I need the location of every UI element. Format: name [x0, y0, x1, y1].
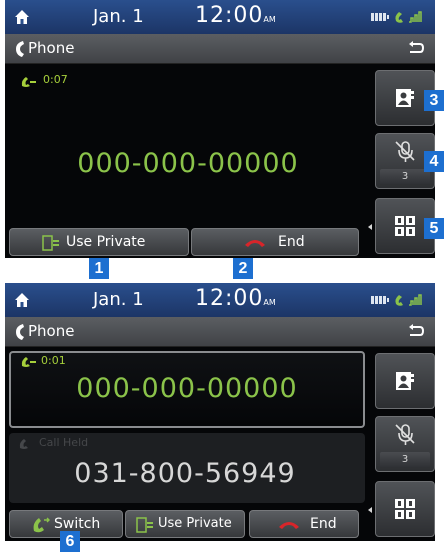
active-call-box[interactable]: 0:01 000-000-00000 — [9, 351, 365, 428]
held-phone-number: 031-800-56949 — [74, 458, 296, 489]
active-call-timer: 0:01 — [41, 354, 66, 367]
callout-2: 2 — [233, 258, 253, 279]
phone-handset-icon — [16, 324, 24, 340]
bluetooth-battery-icon — [371, 296, 389, 304]
phone-number: 000-000-00000 — [77, 148, 299, 179]
title-bar: Phone — [5, 317, 435, 347]
contacts-book-icon — [396, 89, 414, 107]
keypad-icon — [395, 499, 415, 519]
active-call-icon — [21, 77, 36, 87]
status-bar: Jan. 1 12:00AM — [5, 0, 435, 34]
callout-5: 5 — [424, 218, 444, 239]
home-icon[interactable] — [13, 8, 31, 26]
end-call-icon — [245, 240, 265, 247]
status-ampm: AM — [263, 298, 276, 307]
use-private-button[interactable]: Use Private — [125, 510, 245, 538]
mute-button[interactable]: 3 — [375, 416, 435, 472]
status-date: Jan. 1 — [93, 6, 144, 27]
active-call-icon — [21, 357, 36, 367]
signal-icon — [409, 294, 422, 306]
end-label: End — [310, 516, 337, 532]
callout-4: 4 — [424, 151, 444, 172]
phone-screen-call-waiting: Jan. 1 12:00AM Phone 0:01 000-000-00000 … — [5, 283, 435, 541]
status-time: 12:00AM — [195, 3, 276, 28]
use-private-label: Use Private — [158, 516, 232, 531]
contacts-book-icon — [396, 372, 414, 390]
call-timer: 0:07 — [43, 73, 68, 86]
active-phone-number: 000-000-00000 — [76, 373, 298, 404]
call-status-icon — [395, 295, 403, 306]
keypad-button[interactable] — [375, 481, 435, 537]
call-status-icon — [395, 12, 403, 23]
mute-volume-level: 3 — [380, 169, 430, 184]
phone-screen-active-call: Jan. 1 12:00AM Phone 0:07 000-000-00000 — [5, 0, 435, 258]
callout-3: 3 — [424, 90, 444, 111]
status-indicators-icon — [371, 11, 422, 23]
mic-mute-icon — [395, 141, 415, 162]
keypad-icon — [395, 216, 415, 236]
phone-handset-icon — [16, 41, 24, 57]
signal-icon — [409, 11, 422, 23]
status-indicators-icon — [371, 294, 422, 306]
use-private-icon — [42, 235, 59, 251]
held-call-icon — [19, 439, 28, 449]
callout-6: 6 — [60, 531, 80, 552]
use-private-button[interactable]: Use Private — [9, 228, 189, 256]
page-title: Phone — [28, 322, 75, 340]
status-date: Jan. 1 — [93, 289, 144, 310]
end-call-button[interactable]: End — [191, 228, 359, 256]
contacts-button[interactable] — [375, 353, 435, 409]
title-bar: Phone — [5, 34, 435, 64]
status-time: 12:00AM — [195, 286, 276, 311]
held-call-status: Call Held — [39, 436, 89, 449]
use-private-label: Use Private — [66, 234, 146, 250]
use-private-icon — [136, 517, 153, 533]
callout-1: 1 — [89, 258, 109, 279]
panel-arrow-icon — [368, 507, 372, 513]
switch-label: Switch — [54, 516, 101, 532]
call-info-area: 0:07 000-000-00000 — [9, 70, 367, 226]
status-ampm: AM — [263, 15, 276, 24]
bluetooth-battery-icon — [371, 13, 389, 21]
held-call-box[interactable]: Call Held 031-800-56949 — [9, 433, 365, 503]
end-call-button[interactable]: End — [249, 510, 359, 538]
back-icon[interactable] — [405, 40, 425, 58]
panel-arrow-icon — [368, 224, 372, 230]
home-icon[interactable] — [13, 291, 31, 309]
end-call-icon — [279, 522, 299, 529]
mic-mute-icon — [395, 424, 415, 445]
switch-call-icon — [33, 517, 50, 533]
status-bar: Jan. 1 12:00AM — [5, 283, 435, 317]
page-title: Phone — [28, 39, 75, 57]
back-icon[interactable] — [405, 323, 425, 341]
mute-volume-level: 3 — [380, 452, 430, 467]
end-label: End — [278, 234, 305, 250]
